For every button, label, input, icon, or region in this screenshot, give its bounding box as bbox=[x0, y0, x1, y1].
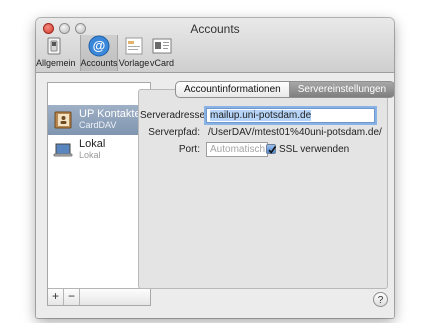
account-item-lokal[interactable]: Lokal Lokal bbox=[48, 135, 150, 165]
vcard-icon bbox=[152, 38, 172, 54]
tab-accountinformationen[interactable]: Accountinformationen bbox=[175, 81, 290, 98]
account-item-up-kontakte[interactable]: UP Kontakte CardDAV bbox=[48, 105, 150, 135]
toolbar-label: Accounts bbox=[80, 58, 118, 68]
help-button[interactable]: ? bbox=[373, 292, 388, 307]
contacts-book-icon bbox=[54, 111, 72, 129]
server-settings-panel: Serveradresse: mailup.uni-potsdam.de Ser… bbox=[138, 89, 388, 289]
toolbar: Accounts Allgemein @ Accounts Vorlage vC… bbox=[36, 18, 394, 73]
ssl-checkbox[interactable] bbox=[266, 144, 277, 154]
account-type: CardDAV bbox=[79, 120, 117, 130]
preferences-window: Accounts Allgemein @ Accounts Vorlage vC… bbox=[36, 18, 394, 318]
at-icon: @ bbox=[88, 35, 110, 57]
account-name: UP Kontakte bbox=[79, 108, 141, 120]
remove-account-button[interactable]: − bbox=[64, 289, 80, 305]
template-icon bbox=[125, 37, 143, 55]
server-address-field[interactable]: mailup.uni-potsdam.de bbox=[206, 108, 375, 123]
server-path-value: /UserDAV/mtest01%40uni-potsdam.de/ bbox=[208, 127, 382, 138]
toolbar-item-vorlage[interactable]: Vorlage bbox=[118, 35, 150, 71]
checkmark-icon bbox=[268, 146, 277, 154]
server-address-value: mailup.uni-potsdam.de bbox=[210, 110, 312, 121]
toolbar-label: Vorlage bbox=[118, 58, 150, 68]
toolbar-label: vCard bbox=[150, 58, 175, 68]
svg-text:@: @ bbox=[93, 38, 106, 53]
switch-icon bbox=[47, 37, 61, 55]
add-account-button[interactable]: + bbox=[48, 289, 64, 305]
accounts-list: UP Kontakte CardDAV Lokal Lokal + − bbox=[47, 82, 151, 306]
port-placeholder: Automatisch bbox=[210, 144, 266, 155]
ssl-label[interactable]: SSL verwenden bbox=[279, 144, 349, 155]
server-path-label: Serverpfad: bbox=[148, 127, 200, 138]
toolbar-item-accounts[interactable]: @ Accounts bbox=[80, 35, 118, 71]
tab-servereinstellungen[interactable]: Servereinstellungen bbox=[289, 81, 394, 98]
toolbar-item-vcard[interactable]: vCard bbox=[150, 35, 174, 71]
tab-bar: Accountinformationen Servereinstellungen bbox=[175, 81, 394, 98]
server-address-label: Serveradresse: bbox=[140, 110, 208, 121]
account-type: Lokal bbox=[79, 150, 101, 160]
port-field[interactable]: Automatisch bbox=[206, 142, 268, 157]
toolbar-item-allgemein[interactable]: Allgemein bbox=[36, 35, 76, 71]
toolbar-label: Allgemein bbox=[36, 58, 76, 68]
window-title: Accounts bbox=[190, 22, 240, 36]
laptop-icon bbox=[53, 143, 73, 157]
port-label: Port: bbox=[178, 144, 200, 155]
account-name: Lokal bbox=[79, 138, 106, 150]
list-footer: + − bbox=[48, 288, 150, 305]
